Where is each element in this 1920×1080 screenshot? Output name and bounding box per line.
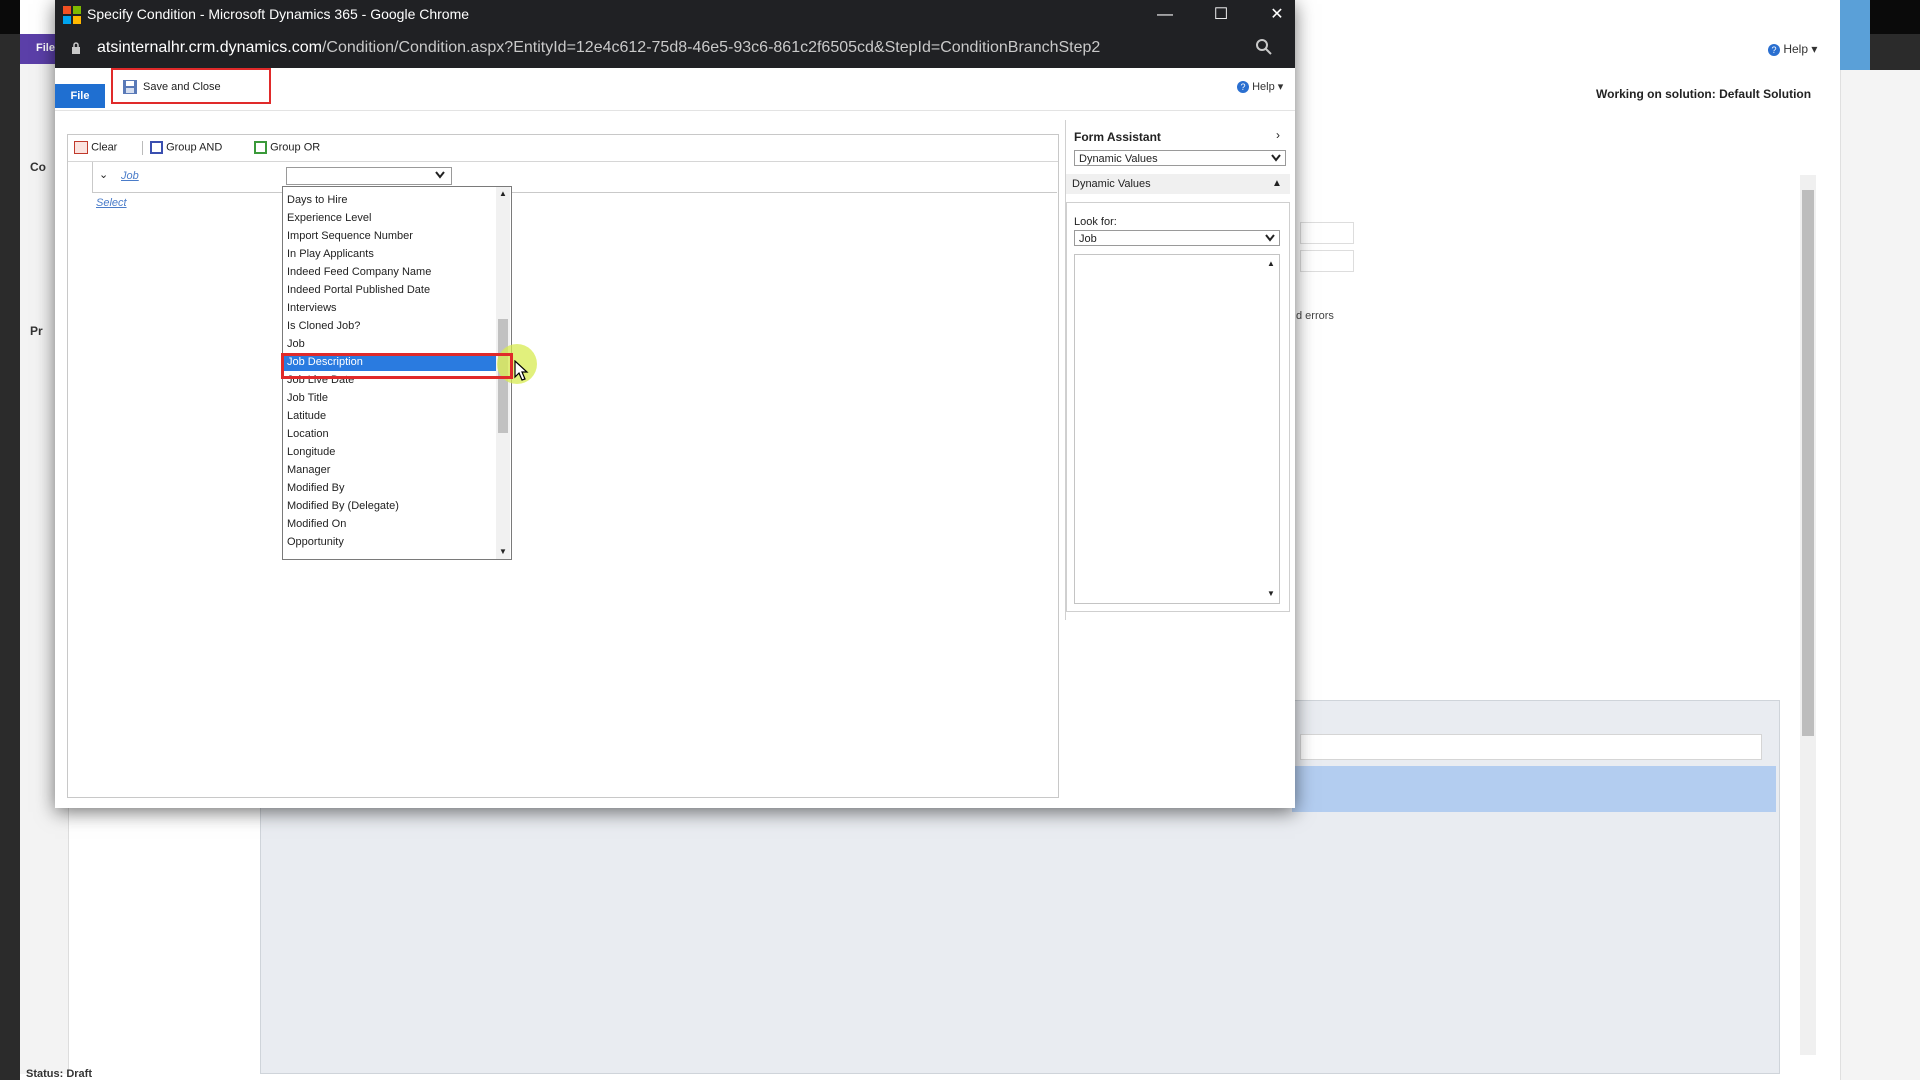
scroll-down-icon[interactable]: ▼ <box>1267 589 1275 598</box>
dropdown-item[interactable]: Modified On <box>283 515 499 533</box>
background-right-accent <box>1840 0 1870 70</box>
look-for-label: Look for: <box>1074 216 1117 228</box>
dropdown-item[interactable]: Days to Hire <box>283 191 499 209</box>
field-select[interactable] <box>286 167 452 185</box>
form-assistant-title: Form Assistant <box>1074 130 1161 144</box>
condition-popup-window: Specify Condition - Microsoft Dynamics 3… <box>55 0 1295 808</box>
group-or-label: Group OR <box>270 141 321 154</box>
window-title: Specify Condition - Microsoft Dynamics 3… <box>87 6 470 22</box>
popup-help-link[interactable]: ? Help ▾ <box>1237 80 1283 93</box>
background-errors-text: d errors <box>1296 310 1334 322</box>
clear-button[interactable]: Clear <box>74 141 117 154</box>
background-right-strip <box>1840 70 1920 1080</box>
help-icon: ? <box>1237 81 1249 93</box>
nav-label-co: Co <box>30 160 46 174</box>
chevron-up-icon: ▲ <box>1272 178 1282 189</box>
toolbar-divider <box>142 141 143 155</box>
dropdown-item[interactable]: In Play Applicants <box>283 245 499 263</box>
form-assistant-select[interactable]: Dynamic Values <box>1074 150 1286 166</box>
status-bar: Status: Draft <box>26 1068 93 1080</box>
group-and-label: Group AND <box>166 141 223 154</box>
nav-label-pr: Pr <box>30 324 43 338</box>
look-for-value: Job <box>1079 233 1097 245</box>
maximize-button[interactable]: ☐ <box>1201 2 1241 28</box>
dropdown-item[interactable]: Longitude <box>283 443 499 461</box>
dynamic-values-section-header[interactable]: Dynamic Values ▲ <box>1066 174 1290 194</box>
close-button[interactable]: ✕ <box>1257 2 1297 28</box>
solution-label: Working on solution: Default Solution <box>1596 87 1812 101</box>
dropdown-item[interactable]: Job Title <box>283 389 499 407</box>
popup-help-label: Help <box>1252 81 1275 93</box>
chevron-down-icon <box>435 171 445 179</box>
condition-builder: Clear Group AND Group OR ⌄ Job Select <box>67 134 1059 798</box>
dropdown-item[interactable]: Is Cloned Job? <box>283 317 499 335</box>
dropdown-item[interactable]: Manager <box>283 461 499 479</box>
save-and-close-label: Save and Close <box>143 81 221 93</box>
url-text: atsinternalhr.crm.dynamics.com/Condition… <box>97 39 1100 57</box>
save-and-close-button[interactable]: Save and Close <box>111 68 271 104</box>
search-icon[interactable] <box>1255 38 1273 56</box>
file-button[interactable]: File <box>55 84 105 108</box>
background-main-field[interactable] <box>1300 734 1762 760</box>
dropdown-item[interactable]: Experience Level <box>283 209 499 227</box>
select-link[interactable]: Select <box>96 197 127 209</box>
group-or-icon <box>254 141 267 154</box>
scroll-up-icon[interactable]: ▲ <box>1267 259 1275 268</box>
background-selected-row[interactable] <box>1292 766 1776 812</box>
dropdown-item[interactable]: Import Sequence Number <box>283 227 499 245</box>
url-path: /Condition/Condition.aspx?EntityId=12e4c… <box>321 39 1101 56</box>
condition-row: ⌄ Job <box>92 162 1057 193</box>
background-file-label: File <box>36 42 55 54</box>
scroll-down-icon[interactable]: ▼ <box>499 547 507 556</box>
selection-highlight-box <box>281 353 513 379</box>
address-bar[interactable]: atsinternalhr.crm.dynamics.com/Condition… <box>55 30 1295 68</box>
background-field[interactable] <box>1300 250 1354 272</box>
scroll-up-icon[interactable]: ▲ <box>499 189 507 198</box>
background-help-link[interactable]: ? Help ▾ <box>1768 42 1817 56</box>
condition-toolbar: Clear Group AND Group OR <box>68 135 1058 162</box>
dropdown-item[interactable]: Latitude <box>283 407 499 425</box>
dropdown-item[interactable]: Modified By <box>283 479 499 497</box>
chevron-down-icon[interactable]: ⌄ <box>99 168 108 181</box>
help-icon: ? <box>1768 44 1780 56</box>
chevron-down-icon <box>1271 154 1281 162</box>
form-assistant-panel: Form Assistant › Dynamic Values Dynamic … <box>1065 120 1290 620</box>
entity-link-job[interactable]: Job <box>121 170 139 182</box>
url-host: atsinternalhr.crm.dynamics.com <box>97 39 322 56</box>
background-scrollbar-thumb[interactable] <box>1802 190 1814 736</box>
background-help-label: Help <box>1783 42 1809 56</box>
mouse-cursor-icon <box>514 360 529 381</box>
microsoft-logo-icon <box>63 6 81 24</box>
chevron-down-icon <box>1265 234 1275 242</box>
group-and-button[interactable]: Group AND <box>150 141 222 154</box>
look-for-select[interactable]: Job <box>1074 230 1280 246</box>
group-and-icon <box>150 141 163 154</box>
dropdown-item[interactable]: Modified By (Delegate) <box>283 497 499 515</box>
minimize-button[interactable]: — <box>1145 2 1185 28</box>
dropdown-item[interactable]: Indeed Portal Published Date <box>283 281 499 299</box>
dynamic-values-list[interactable]: ▲ ▼ <box>1074 254 1280 604</box>
dropdown-item[interactable]: Opportunity <box>283 533 499 551</box>
dynamic-values-section-label: Dynamic Values <box>1072 178 1151 190</box>
ribbon: File Save and Close ? Help ▾ <box>55 68 1295 111</box>
save-icon <box>123 80 137 94</box>
form-assistant-select-value: Dynamic Values <box>1079 153 1158 165</box>
dropdown-item[interactable]: Location <box>283 425 499 443</box>
dropdown-item[interactable]: Job <box>283 335 499 353</box>
clear-icon <box>74 141 88 154</box>
dropdown-item[interactable]: Interviews <box>283 299 499 317</box>
chevron-right-icon[interactable]: › <box>1276 128 1280 142</box>
lock-icon <box>72 42 80 54</box>
group-or-button[interactable]: Group OR <box>254 141 320 154</box>
clear-label: Clear <box>91 141 118 154</box>
background-field[interactable] <box>1300 222 1354 244</box>
dropdown-item[interactable]: Indeed Feed Company Name <box>283 263 499 281</box>
window-titlebar: Specify Condition - Microsoft Dynamics 3… <box>55 0 1295 30</box>
